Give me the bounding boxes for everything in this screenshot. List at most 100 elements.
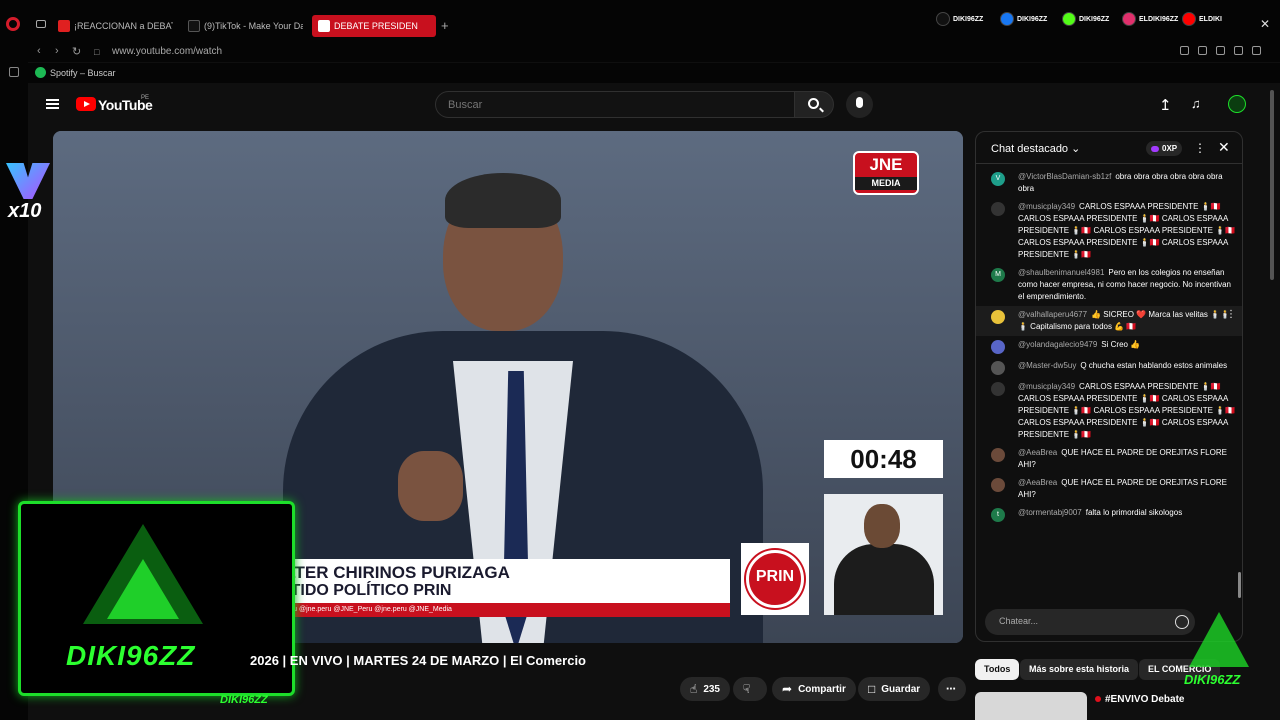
chat-message[interactable]: t @tormentabj9007 falta lo primordial siko… bbox=[976, 504, 1242, 525]
voice-search-button[interactable] bbox=[846, 91, 873, 118]
close-icon[interactable]: ✕ bbox=[1218, 139, 1230, 156]
corner-name: DIKI96ZZ bbox=[1184, 672, 1241, 687]
message-more-icon[interactable]: ⋮ bbox=[1226, 309, 1236, 321]
like-count: 235 bbox=[703, 683, 720, 695]
heart-icon[interactable] bbox=[1252, 46, 1261, 55]
sidebar-toggle-icon[interactable] bbox=[9, 67, 19, 77]
social-kick: DIKI96ZZ bbox=[1062, 11, 1109, 27]
play-icon[interactable] bbox=[1234, 46, 1243, 55]
chat-message-body: @AeaBrea QUE HACE EL PADRE DE OREJITAS FL… bbox=[1018, 447, 1236, 471]
bookmark-spotify[interactable]: Spotify – Buscar bbox=[35, 67, 116, 78]
snapshot-icon[interactable] bbox=[1198, 46, 1207, 55]
youtube-favicon-icon bbox=[318, 20, 330, 32]
xp-chip[interactable]: 0XP bbox=[1146, 141, 1183, 156]
url-field[interactable]: www.youtube.com/watch bbox=[112, 46, 222, 57]
chat-message[interactable]: @AeaBrea QUE HACE EL PADRE DE OREJITAS FL… bbox=[976, 474, 1242, 504]
tab-label: DEBATE PRESIDEN bbox=[334, 21, 418, 31]
social-handle: DIKI96ZZ bbox=[953, 15, 984, 23]
new-tab-button[interactable]: + bbox=[441, 18, 449, 33]
more-actions-button[interactable]: ⋯ bbox=[938, 677, 966, 701]
share-label: Compartir bbox=[798, 683, 846, 695]
search-input[interactable] bbox=[435, 91, 795, 118]
social-instagram: ELDIKI96ZZ bbox=[1122, 11, 1178, 27]
signer-body bbox=[834, 544, 934, 615]
chat-author[interactable]: @musicplay349 bbox=[1018, 202, 1075, 211]
avatar[interactable] bbox=[991, 478, 1005, 492]
avatar[interactable] bbox=[991, 382, 1005, 396]
chat-message[interactable]: @musicplay349 CARLOS ESPAAA PRESIDENTE 🕯️… bbox=[976, 378, 1242, 444]
avatar[interactable]: V bbox=[991, 172, 1005, 186]
tab-debate-active[interactable]: DEBATE PRESIDEN bbox=[312, 15, 436, 37]
chat-message[interactable]: @valhallaperu4677 👍 SICREO ❤️ Marca las v… bbox=[976, 306, 1242, 336]
avatar[interactable] bbox=[991, 202, 1005, 216]
search-button[interactable] bbox=[794, 91, 834, 118]
share-button[interactable]: ➦ Compartir bbox=[772, 677, 856, 701]
recommended-title[interactable]: #ENVIVO Debate bbox=[1095, 694, 1184, 705]
chat-author[interactable]: @shaulbenimanuel4981 bbox=[1018, 268, 1104, 277]
avatar[interactable]: M bbox=[991, 268, 1005, 282]
window-close-button[interactable]: ✕ bbox=[1260, 17, 1270, 31]
tiktok-favicon-icon bbox=[188, 20, 200, 32]
bell-icon[interactable]: ♫ bbox=[1191, 96, 1201, 111]
back-icon[interactable]: ‹ bbox=[37, 45, 41, 57]
chat-message[interactable]: @musicplay349 CARLOS ESPAAA PRESIDENTE 🕯️… bbox=[976, 198, 1242, 264]
avatar[interactable] bbox=[991, 310, 1005, 324]
social-handle: DIKI96ZZ bbox=[1017, 15, 1048, 23]
chat-message-body: @valhallaperu4677 👍 SICREO ❤️ Marca las v… bbox=[1018, 309, 1236, 333]
pin-icon[interactable] bbox=[1180, 46, 1189, 55]
chat-author[interactable]: @valhallaperu4677 bbox=[1018, 310, 1087, 319]
chat-message-body: @musicplay349 CARLOS ESPAAA PRESIDENTE 🕯️… bbox=[1018, 201, 1236, 261]
cam-tag: DIKI96ZZ bbox=[220, 694, 268, 706]
chat-author[interactable]: @yolandagalecio9479 bbox=[1018, 340, 1097, 349]
avatar[interactable] bbox=[991, 340, 1005, 354]
chat-author[interactable]: @tormentabj9007 bbox=[1018, 508, 1082, 517]
upload-icon[interactable]: ↥ bbox=[1159, 96, 1172, 114]
avatar[interactable]: t bbox=[991, 508, 1005, 522]
tab-tiktok[interactable]: (9)TikTok - Make Your Day bbox=[188, 15, 303, 37]
xp-icon bbox=[1151, 145, 1159, 152]
forward-icon[interactable]: › bbox=[55, 45, 59, 57]
chat-input[interactable]: Chatear... bbox=[985, 609, 1195, 635]
chat-message[interactable]: V @VictorBlasDamian-sb1zf obra obra obra o… bbox=[976, 168, 1242, 198]
chat-author[interactable]: @AeaBrea bbox=[1018, 448, 1057, 457]
shield-icon[interactable] bbox=[1216, 46, 1225, 55]
tabs-menu-icon[interactable] bbox=[36, 20, 46, 28]
chat-text: Q chucha estan hablando estos animales bbox=[1080, 361, 1228, 370]
chat-scrollbar[interactable] bbox=[1238, 572, 1241, 598]
opera-logo-icon[interactable] bbox=[6, 17, 20, 31]
avatar[interactable] bbox=[991, 448, 1005, 462]
chat-mode-dropdown[interactable]: Chat destacado ⌄ bbox=[991, 142, 1080, 155]
reload-icon[interactable]: ↻ bbox=[72, 45, 81, 58]
chat-author[interactable]: @VictorBlasDamian-sb1zf bbox=[1018, 172, 1111, 181]
live-chat-panel: Chat destacado ⌄ 0XP ⋮ ✕ V @VictorBlasDam… bbox=[975, 131, 1243, 642]
chat-message-list[interactable]: V @VictorBlasDamian-sb1zf obra obra obra o… bbox=[976, 168, 1242, 602]
chat-message-body: @AeaBrea QUE HACE EL PADRE DE OREJITAS FL… bbox=[1018, 477, 1236, 501]
youtube-logo-icon[interactable] bbox=[76, 97, 96, 111]
chat-author[interactable]: @AeaBrea bbox=[1018, 478, 1057, 487]
chat-message[interactable]: @yolandagalecio9479 Si Creo 👍 bbox=[976, 336, 1242, 357]
recommended-thumbnail[interactable] bbox=[975, 692, 1087, 720]
save-button[interactable]: □ Guardar bbox=[858, 677, 931, 701]
avatar[interactable] bbox=[991, 361, 1005, 375]
menu-icon[interactable] bbox=[46, 99, 59, 109]
prin-text: PRIN bbox=[755, 568, 795, 585]
lock-icon: □ bbox=[94, 47, 100, 57]
social-tiktok: DIKI96ZZ bbox=[936, 11, 983, 27]
chat-message[interactable]: @AeaBrea QUE HACE EL PADRE DE OREJITAS FL… bbox=[976, 444, 1242, 474]
avatar[interactable] bbox=[1228, 95, 1246, 113]
chip-more-story[interactable]: Más sobre esta historia bbox=[1020, 659, 1139, 680]
chat-author[interactable]: @musicplay349 bbox=[1018, 382, 1075, 391]
dislike-button[interactable]: ☟ bbox=[733, 677, 767, 701]
social-handle: ELDIKI bbox=[1199, 15, 1222, 23]
chip-todos[interactable]: Todos bbox=[975, 659, 1020, 680]
chat-author[interactable]: @Master-dw5uy bbox=[1018, 361, 1076, 370]
like-button[interactable]: ☝ 235 bbox=[680, 677, 730, 701]
chat-message[interactable]: @Master-dw5uy Q chucha estan hablando est… bbox=[976, 357, 1242, 378]
tab-reaccionan[interactable]: ¡REACCIONAN a DEBAT bbox=[58, 15, 173, 37]
chat-more-icon[interactable]: ⋮ bbox=[1194, 141, 1206, 155]
chat-message[interactable]: M @shaulbenimanuel4981 Pero en los colegio… bbox=[976, 264, 1242, 306]
chat-header: Chat destacado ⌄ 0XP ⋮ ✕ bbox=[976, 132, 1242, 164]
xp-value: 0XP bbox=[1162, 144, 1178, 153]
social-facebook: DIKI96ZZ bbox=[1000, 11, 1047, 27]
page-scrollbar[interactable] bbox=[1270, 90, 1274, 280]
